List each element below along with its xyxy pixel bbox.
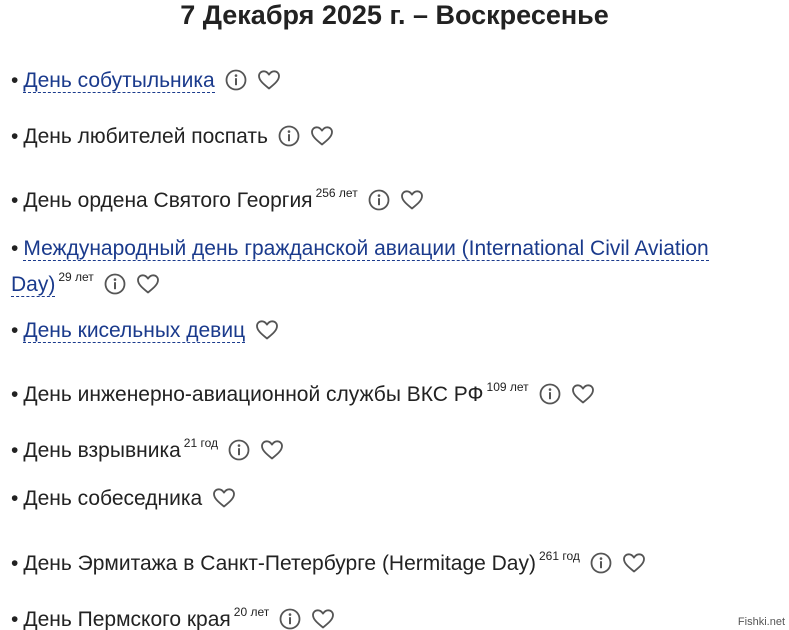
heart-outline-icon[interactable] xyxy=(622,552,646,574)
bullet: • xyxy=(11,237,19,260)
holiday-name: День взрывника xyxy=(23,439,181,462)
info-circle-icon[interactable] xyxy=(104,273,126,295)
holiday-item: • День кисельных девиц xyxy=(11,317,771,345)
years-badge: 29 лет xyxy=(58,270,94,284)
info-circle-icon[interactable] xyxy=(368,189,390,211)
years-badge: 21 год xyxy=(183,436,218,450)
holiday-name: День собеседника xyxy=(23,487,203,510)
holiday-link[interactable]: День собутыльника xyxy=(23,69,215,93)
holiday-item: • День Эрмитажа в Санкт-Петербурге (Hermi… xyxy=(11,542,771,578)
holiday-name: День инженерно-авиационной службы ВКС РФ xyxy=(23,383,484,406)
heart-outline-icon[interactable] xyxy=(310,125,334,147)
heart-outline-icon[interactable] xyxy=(212,487,236,509)
years-badge: 256 лет xyxy=(315,186,358,200)
info-circle-icon[interactable] xyxy=(539,383,561,405)
page: 7 Декабря 2025 г. – Воскресенье • День со… xyxy=(0,0,789,630)
years-badge: 261 год xyxy=(538,549,580,563)
holiday-item: • День собутыльника xyxy=(11,67,771,95)
page-title: 7 Декабря 2025 г. – Воскресенье xyxy=(180,0,609,30)
bullet: • xyxy=(11,552,19,575)
watermark: Fishki.net xyxy=(737,616,785,628)
years-badge: 109 лет xyxy=(486,380,529,394)
holiday-item: • День Пермского края 20 лет xyxy=(11,598,771,630)
holiday-item: • Международный день гражданской авиации … xyxy=(11,235,771,299)
info-circle-icon[interactable] xyxy=(225,69,247,91)
holiday-item: • День ордена Святого Георгия 256 лет xyxy=(11,179,771,215)
holiday-link[interactable]: День кисельных девиц xyxy=(23,319,246,343)
holiday-name: День Эрмитажа в Санкт-Петербурге (Hermit… xyxy=(23,552,536,575)
heart-outline-icon[interactable] xyxy=(255,319,279,341)
heart-outline-icon[interactable] xyxy=(257,69,281,91)
bullet: • xyxy=(11,383,19,406)
years-badge: 20 лет xyxy=(233,605,270,619)
holiday-item: • День любителей поспать xyxy=(11,123,771,151)
holiday-name: День Пермского края xyxy=(23,608,231,630)
info-circle-icon[interactable] xyxy=(279,608,301,630)
bullet: • xyxy=(11,189,19,212)
holiday-name: День ордена Святого Георгия xyxy=(23,189,313,212)
heart-outline-icon[interactable] xyxy=(571,383,595,405)
bullet: • xyxy=(11,69,19,92)
heart-outline-icon[interactable] xyxy=(400,189,424,211)
bullet: • xyxy=(11,439,19,462)
heart-outline-icon[interactable] xyxy=(311,608,335,630)
info-circle-icon[interactable] xyxy=(590,552,612,574)
bullet: • xyxy=(11,125,19,148)
bullet: • xyxy=(11,608,19,630)
holiday-item: • День собеседника xyxy=(11,485,771,513)
holiday-item: • День инженерно-авиационной службы ВКС Р… xyxy=(11,373,771,409)
info-circle-icon[interactable] xyxy=(278,125,300,147)
holiday-name: День любителей поспать xyxy=(23,125,268,148)
bullet: • xyxy=(11,319,19,342)
info-circle-icon[interactable] xyxy=(228,439,250,461)
holiday-item: • День взрывника 21 год xyxy=(11,429,771,465)
heart-outline-icon[interactable] xyxy=(260,439,284,461)
bullet: • xyxy=(11,487,19,510)
heart-outline-icon[interactable] xyxy=(136,273,160,295)
